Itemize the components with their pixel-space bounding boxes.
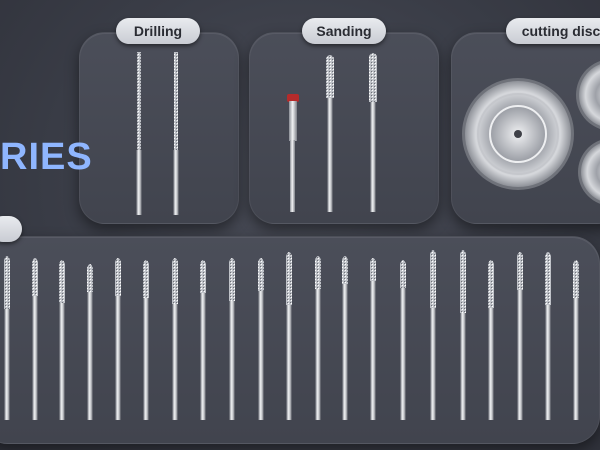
bur-bit <box>32 258 38 420</box>
cutting-disc <box>576 61 600 129</box>
bur-bit <box>517 252 523 420</box>
cutting-disc <box>462 78 574 190</box>
bur-bit <box>430 250 436 420</box>
bur-bit <box>400 260 406 420</box>
bur-bit <box>258 258 264 420</box>
bur-bit <box>200 260 206 420</box>
sanding-bit <box>326 55 334 212</box>
bur-bit <box>172 258 178 420</box>
sanding-bit <box>369 53 377 212</box>
sanding-mandrel <box>287 94 299 212</box>
bur-bit <box>59 260 65 420</box>
bur-bit <box>573 260 579 420</box>
bur-bit <box>342 256 348 420</box>
bur-bit <box>286 252 292 420</box>
bur-bit <box>87 264 93 420</box>
bur-bit <box>229 258 235 420</box>
bur-bit <box>488 260 494 420</box>
bur-bit <box>143 260 149 420</box>
bur-bit <box>4 256 10 420</box>
bur-bit <box>370 258 376 420</box>
cutting-disc <box>578 140 600 204</box>
drill-bit <box>136 52 142 215</box>
drill-bit <box>173 52 179 215</box>
bur-bit <box>545 252 551 420</box>
bur-bit <box>115 258 121 420</box>
bur-bit <box>460 250 466 420</box>
bur-bit <box>315 256 321 420</box>
tools-illustration <box>4 52 600 420</box>
